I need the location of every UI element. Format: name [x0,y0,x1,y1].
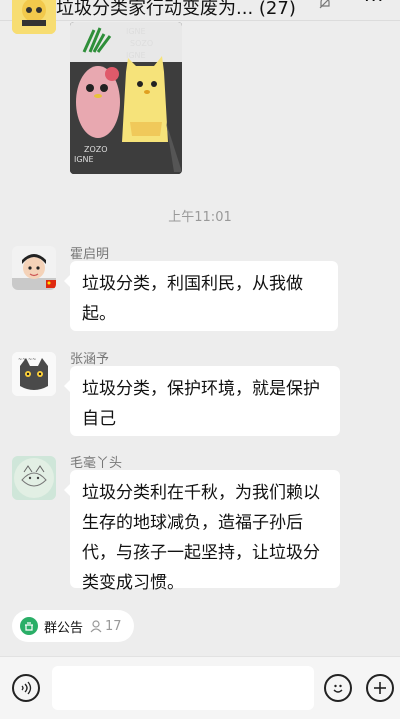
chat-header: ‹ 垃圾分类家行动变废为... (27) ··· [0,0,400,21]
sender-name: 毛毫丫头 [70,456,123,471]
message-text: 垃圾分类，保护环境，就是保护自己 [82,379,320,429]
timestamp: 上午11:01 [168,210,232,225]
message-text: 垃圾分类，利国利民，从我做起。 [82,274,303,324]
svg-text:IGNE: IGNE [126,51,146,60]
person-icon [90,620,102,633]
message-bubble[interactable]: 垃圾分类，利国利民，从我做起。 [64,261,338,331]
message-bubble[interactable]: 垃圾分类利在千秋，为我们赖以生存的地球减负，造福子孙后代，与孩子一起坚持，让垃圾… [64,470,340,593]
notice-label: 群公告 [44,620,84,636]
avatar[interactable] [12,246,56,290]
notice-member-count: 17 [89,619,122,634]
chat-input-bar [0,656,400,719]
chat-title: 垃圾分类家行动变废为... (27) [56,0,296,19]
message-input[interactable] [52,666,314,710]
svg-text:~~ ~~: ~~ ~~ [18,357,36,363]
svg-text:IGNE: IGNE [74,155,94,164]
emoji-icon[interactable] [324,674,352,702]
more-dots-icon[interactable]: ··· [364,0,384,11]
sender-name: 张涵予 [70,352,110,367]
svg-text:SOZO: SOZO [130,39,153,48]
avatar[interactable] [12,0,56,34]
message-bubble[interactable]: 垃圾分类，保护环境，就是保护自己 [64,366,340,436]
avatar[interactable]: ~~ ~~ [12,352,56,396]
plus-icon[interactable] [366,674,394,702]
svg-text:IGNE: IGNE [126,27,146,36]
sender-name: 霍启明 [70,247,110,262]
notice-icon [20,617,38,635]
image-message[interactable]: IGNE SOZO IGNE IGNE ZOZO [70,22,182,174]
svg-text:ZOZO: ZOZO [84,145,108,154]
message-text: 垃圾分类利在千秋，为我们赖以生存的地球减负，造福子孙后代，与孩子一起坚持，让垃圾… [82,483,320,593]
avatar[interactable] [12,456,56,500]
group-notice-button[interactable]: 群公告 17 [12,610,134,642]
bell-off-icon [318,0,332,14]
voice-icon[interactable] [12,674,40,702]
